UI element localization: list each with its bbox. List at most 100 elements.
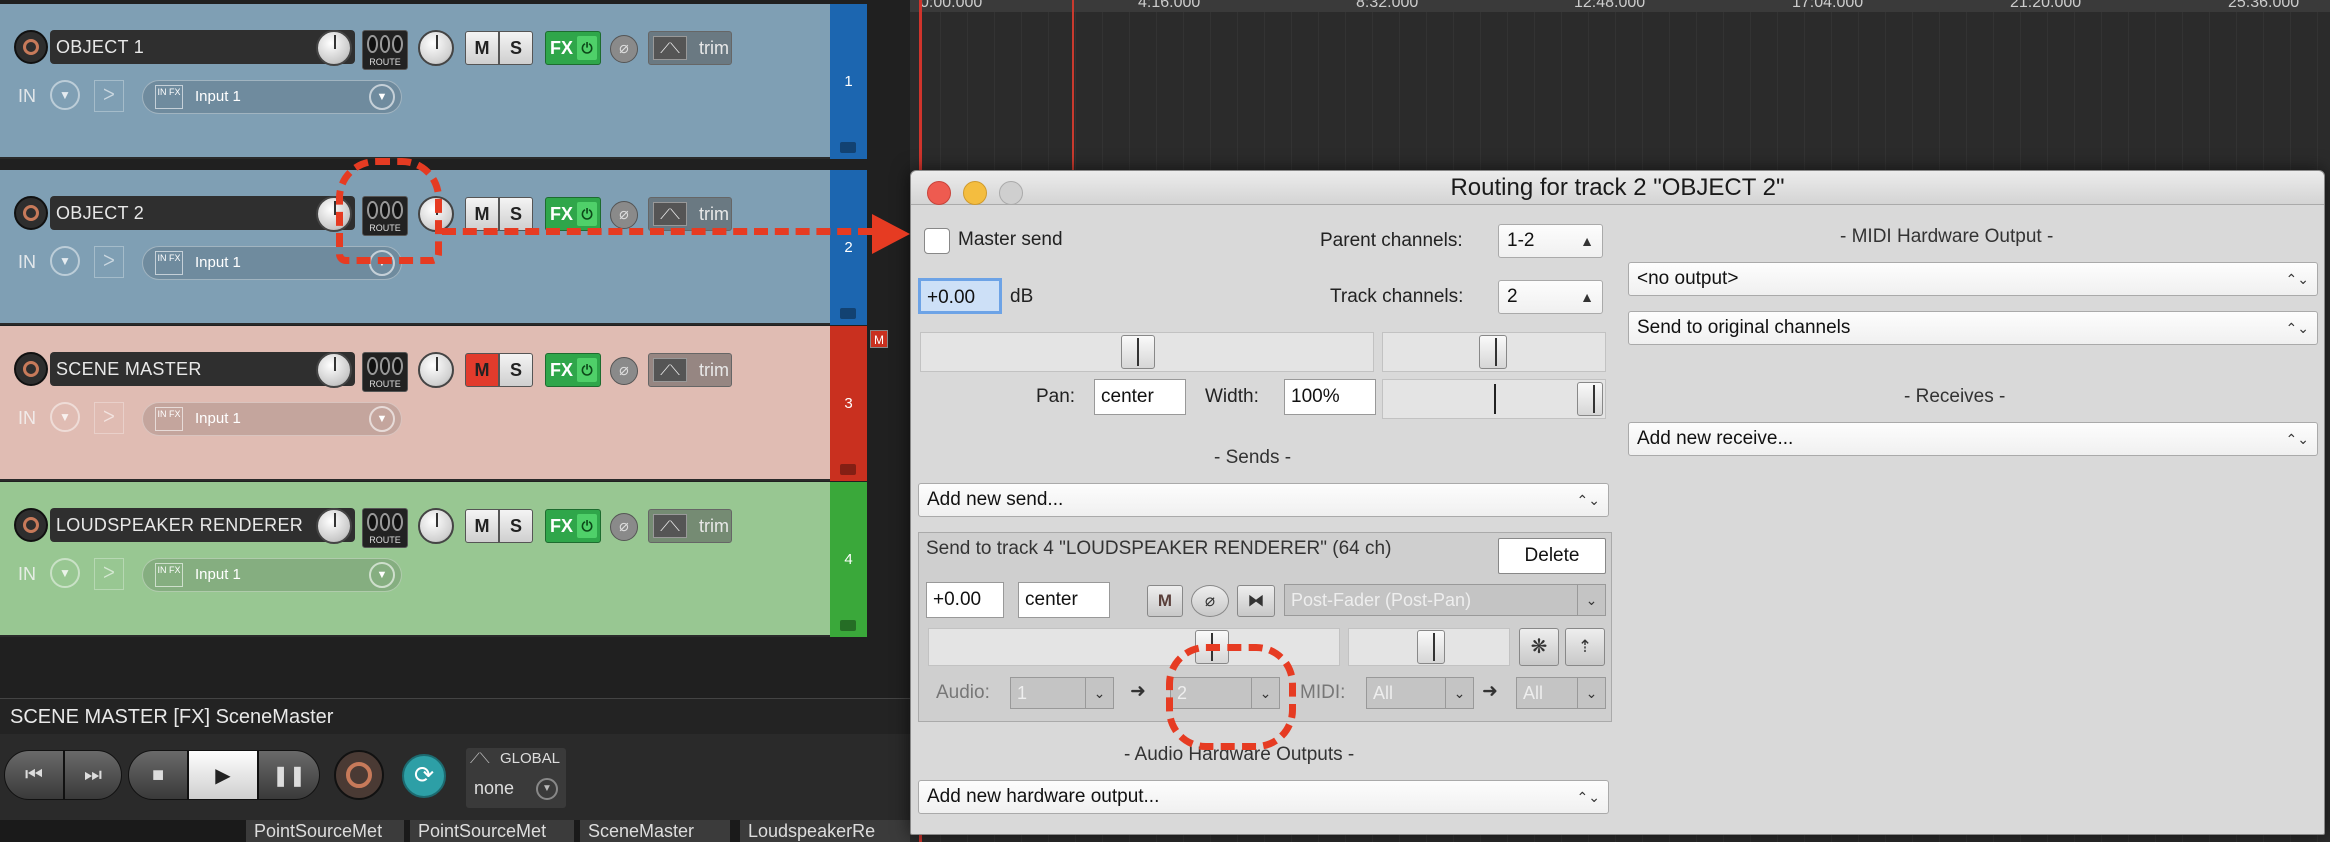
envelope-button[interactable]: ⟋⟍ trim [648,509,732,543]
track-number[interactable]: 1 [830,4,867,159]
fx-tab[interactable]: PointSourceMet [246,820,404,842]
stop-button[interactable]: ■ [128,750,188,800]
mute-button[interactable]: M [465,197,499,231]
phase-button[interactable]: ⌀ [610,513,638,541]
fx-button[interactable]: FX ⏻ [545,31,601,65]
mute-button[interactable]: M [465,353,499,387]
solo-button[interactable]: S [499,509,533,543]
send-volume-field[interactable]: +0.00 [926,582,1004,618]
width-slider[interactable] [1382,379,1606,419]
volume-field[interactable]: +0.00 [918,278,1002,314]
track-number[interactable]: 4 [830,482,867,637]
pan-slider-thumb[interactable] [1479,335,1507,369]
midi-output-select[interactable]: <no output> ⌃⌄ [1628,262,2318,296]
delete-send-button[interactable]: Delete [1498,538,1606,574]
fx-button[interactable]: FX ⏻ [545,509,601,543]
send-phase-button[interactable]: ⌀ [1191,585,1229,617]
add-hardware-output-select[interactable]: Add new hardware output... ⌃⌄ [918,780,1609,814]
fx-tab[interactable]: LoudspeakerRe [740,820,910,842]
parent-channels-select[interactable]: 1-2 ▲ [1498,224,1603,258]
pan-knob[interactable] [418,30,454,66]
monitor-button[interactable]: ᐳ [94,80,124,112]
volume-knob[interactable] [316,30,352,66]
send-mute-button[interactable]: M [1147,585,1183,617]
automation-mode[interactable]: ⟋⟍ GLOBAL none ▼ [466,748,566,808]
input-select[interactable]: IN FX Input 1 ▼ [142,558,402,592]
envelope-button[interactable]: ⟋⟍ trim [648,31,732,65]
phase-button[interactable]: ⌀ [610,357,638,385]
volume-knob[interactable] [316,352,352,388]
fx-tab[interactable]: SceneMaster [580,820,730,842]
send-mode-select[interactable]: Post-Fader (Post-Pan) ⌄ [1284,584,1606,616]
timeline-ruler[interactable]: 0:00.000 4:16.000 8:32.000 12:48.000 17:04.0… [910,0,2330,12]
master-send-checkbox[interactable] [924,228,950,254]
track-name[interactable]: SCENE MASTER [50,352,355,386]
record-arm-button[interactable] [14,196,48,230]
pan-slider[interactable] [1382,332,1606,372]
repeat-button[interactable]: ⟳ [402,754,446,798]
send-mono-button[interactable]: ⧓ [1237,585,1275,617]
mute-button[interactable]: M [465,31,499,65]
add-receive-select[interactable]: Add new receive... ⌃⌄ [1628,422,2318,456]
solo-button[interactable]: S [499,197,533,231]
envelope-button[interactable]: ⟋⟍ trim [648,197,732,231]
phase-button[interactable]: ⌀ [610,201,638,229]
track-1[interactable]: OBJECT 1 ROUTE M S FX ⏻ ⌀ ⟋⟍ trim IN ▼ ᐳ I… [0,4,830,159]
midi-source-select[interactable]: All ⌄ [1366,677,1474,709]
track-4[interactable]: LOUDSPEAKER RENDERER ROUTE M S FX ⏻ ⌀ ⟋⟍ t… [0,482,830,637]
fx-button[interactable]: FX ⏻ [545,353,601,387]
send-automation-button[interactable]: ⇡ [1565,628,1605,666]
record-arm-button[interactable] [14,352,48,386]
track-name[interactable]: OBJECT 2 [50,196,355,230]
pan-knob[interactable] [418,508,454,544]
input-dropdown-button[interactable]: ▼ [50,402,80,432]
input-dropdown-button[interactable]: ▼ [50,246,80,276]
mute-button[interactable]: M [465,509,499,543]
pan-knob[interactable] [418,352,454,388]
width-slider-thumb[interactable] [1577,382,1603,416]
track-channels-select[interactable]: 2 ▲ [1498,280,1603,314]
play-button[interactable]: ▶ [188,750,258,800]
route-button[interactable]: ROUTE [362,352,408,392]
audio-source-select[interactable]: 1 ⌄ [1010,677,1114,709]
fx-button[interactable]: FX ⏻ [545,197,601,231]
pan-field[interactable]: center [1094,379,1186,415]
power-icon[interactable]: ⏻ [577,358,597,382]
route-button[interactable]: ROUTE [362,508,408,548]
route-button[interactable]: ROUTE [362,30,408,70]
record-button[interactable] [334,750,384,800]
power-icon[interactable]: ⏻ [577,36,597,60]
fx-tab[interactable]: PointSourceMet [410,820,574,842]
add-send-select[interactable]: Add new send... ⌃⌄ [918,483,1609,517]
input-select[interactable]: IN FX Input 1 ▼ [142,402,402,436]
input-select[interactable]: IN FX Input 1 ▼ [142,80,402,114]
send-pan-slider[interactable] [1348,628,1510,666]
monitor-button[interactable]: ᐳ [94,558,124,590]
envelope-button[interactable]: ⟋⟍ trim [648,353,732,387]
record-arm-button[interactable] [14,508,48,542]
dialog-titlebar[interactable]: Routing for track 2 "OBJECT 2" [911,171,2324,205]
midi-dest-select[interactable]: All ⌄ [1516,677,1606,709]
track-name[interactable]: OBJECT 1 [50,30,355,64]
track-3[interactable]: SCENE MASTER ROUTE M S FX ⏻ ⌀ ⟋⟍ trim IN ▼… [0,326,830,481]
track-number[interactable]: 3 [830,326,867,481]
send-pan-thumb[interactable] [1417,630,1445,664]
midi-channels-select[interactable]: Send to original channels ⌃⌄ [1628,311,2318,345]
solo-button[interactable]: S [499,353,533,387]
volume-slider[interactable] [920,332,1374,372]
input-dropdown-button[interactable]: ▼ [50,558,80,588]
volume-knob[interactable] [316,508,352,544]
width-field[interactable]: 100% [1284,379,1376,415]
track-number[interactable]: 2 [830,170,867,325]
power-icon[interactable]: ⏻ [577,202,597,226]
send-pan-field[interactable]: center [1018,582,1110,618]
input-dropdown-button[interactable]: ▼ [50,80,80,110]
record-arm-button[interactable] [14,30,48,64]
solo-button[interactable]: S [499,31,533,65]
track-name[interactable]: LOUDSPEAKER RENDERER [50,508,355,542]
phase-button[interactable]: ⌀ [610,35,638,63]
monitor-button[interactable]: ᐳ [94,402,124,434]
power-icon[interactable]: ⏻ [577,514,597,538]
volume-slider-thumb[interactable] [1121,335,1155,369]
pause-button[interactable]: ❚❚ [258,750,320,800]
